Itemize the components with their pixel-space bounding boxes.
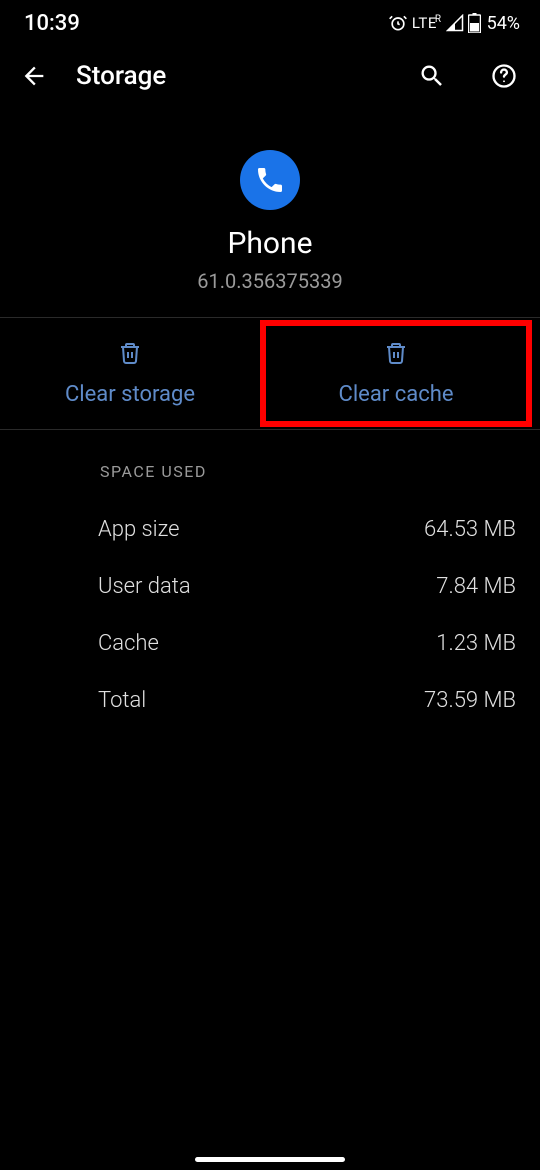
trash-icon [118, 340, 142, 370]
app-version: 61.0.356375339 [197, 269, 342, 293]
row-user-data: User data 7.84 MB [98, 558, 516, 615]
help-button[interactable] [488, 60, 520, 92]
trash-icon [384, 340, 408, 370]
clear-storage-label: Clear storage [65, 382, 195, 407]
clear-storage-button[interactable]: Clear storage [0, 318, 260, 429]
row-label: User data [98, 574, 191, 599]
page-title: Storage [76, 61, 376, 91]
row-value: 64.53 MB [424, 517, 516, 542]
row-label: Cache [98, 631, 159, 656]
space-used-section: SPACE USED App size 64.53 MB User data 7… [0, 430, 540, 729]
row-value: 7.84 MB [436, 574, 516, 599]
navigation-handle[interactable] [195, 1157, 345, 1162]
back-button[interactable] [20, 62, 48, 90]
app-icon [240, 150, 300, 210]
app-info-header: Phone 61.0.356375339 [0, 110, 540, 317]
row-value: 1.23 MB [436, 631, 516, 656]
app-bar: Storage [0, 42, 540, 110]
row-total: Total 73.59 MB [98, 672, 516, 729]
action-row: Clear storage Clear cache [0, 318, 540, 430]
battery-icon [468, 13, 481, 33]
row-app-size: App size 64.53 MB [98, 501, 516, 558]
alarm-icon [388, 13, 408, 33]
section-title: SPACE USED [100, 462, 516, 481]
battery-percent: 54% [487, 13, 520, 34]
status-time: 10:39 [24, 11, 80, 36]
row-label: App size [98, 517, 180, 542]
clear-cache-button[interactable]: Clear cache [260, 320, 532, 427]
network-lte: LTER [412, 14, 442, 32]
clear-cache-label: Clear cache [339, 382, 454, 407]
row-cache: Cache 1.23 MB [98, 615, 516, 672]
signal-icon [446, 14, 464, 32]
row-label: Total [98, 688, 146, 713]
status-bar: 10:39 LTER 54% [0, 0, 540, 42]
row-value: 73.59 MB [424, 688, 516, 713]
app-name: Phone [227, 226, 312, 261]
status-right: LTER 54% [388, 13, 520, 34]
search-button[interactable] [416, 60, 448, 92]
